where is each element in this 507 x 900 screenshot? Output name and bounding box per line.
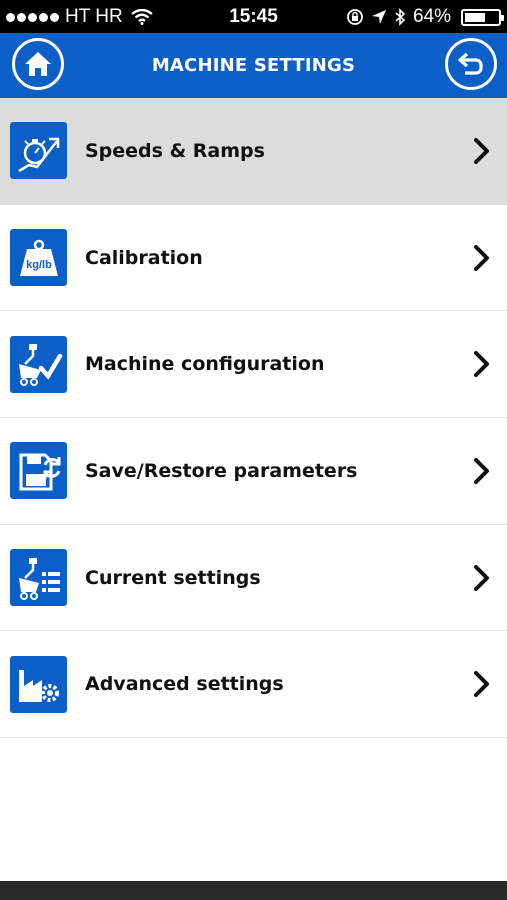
home-button[interactable] — [12, 38, 64, 90]
menu-item-label: Current settings — [85, 566, 261, 589]
chevron-right-icon — [474, 457, 489, 484]
menu-item-advanced-settings[interactable]: Advanced settings — [0, 631, 507, 739]
menu-item-label: Save/Restore parameters — [85, 459, 358, 482]
menu-item-calibration[interactable]: kg/lb Calibration — [0, 205, 507, 312]
menu-item-save-restore[interactable]: Save/Restore parameters — [0, 418, 507, 525]
bottom-bar — [0, 881, 507, 900]
status-right: 64% — [346, 6, 504, 28]
chevron-right-icon — [474, 671, 489, 698]
chevron-right-icon — [474, 137, 489, 164]
chevron-right-icon — [474, 564, 489, 591]
chevron-right-icon — [474, 351, 489, 378]
menu-item-machine-configuration[interactable]: Machine configuration — [0, 311, 507, 419]
status-bar: HT HR 15:45 64% — [0, 0, 507, 33]
location-icon — [371, 10, 386, 24]
machine-check-icon — [10, 335, 67, 393]
menu-item-label: Speeds & Ramps — [85, 139, 265, 162]
home-icon — [25, 52, 51, 76]
battery-icon — [461, 8, 504, 26]
menu-item-label: Calibration — [85, 246, 203, 269]
orientation-lock-icon — [347, 9, 363, 25]
settings-menu: Speeds & Ramps kg/lb Calibration Machine… — [0, 98, 507, 739]
stopwatch-icon — [10, 122, 67, 180]
bluetooth-icon — [395, 8, 406, 26]
floppy-restore-icon — [10, 442, 67, 500]
weight-unit-text: kg/lb — [26, 259, 52, 271]
page-title: MACHINE SETTINGS — [151, 55, 356, 76]
weight-icon: kg/lb — [10, 229, 67, 287]
menu-item-label: Machine configuration — [85, 353, 325, 376]
factory-gear-icon — [10, 655, 67, 713]
machine-list-icon — [10, 549, 67, 607]
battery-percent: 64% — [412, 6, 451, 27]
menu-item-speeds-ramps[interactable]: Speeds & Ramps — [0, 98, 507, 205]
back-button[interactable] — [445, 38, 497, 90]
menu-item-label: Advanced settings — [85, 673, 284, 696]
app-header: MACHINE SETTINGS — [0, 33, 507, 98]
battery-level — [465, 12, 486, 22]
chevron-right-icon — [474, 244, 489, 271]
back-icon — [458, 52, 483, 75]
menu-item-current-settings[interactable]: Current settings — [0, 525, 507, 632]
